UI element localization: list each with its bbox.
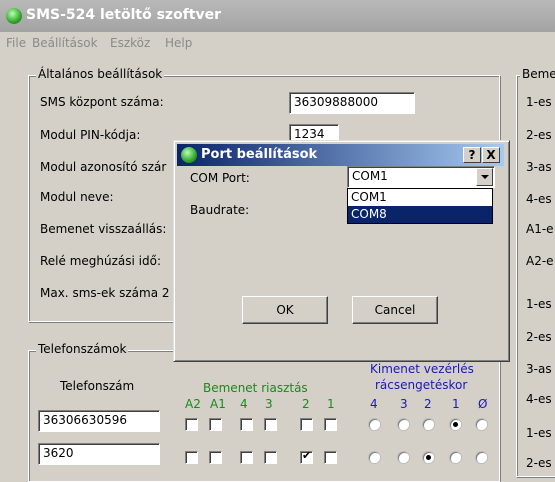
input-row-label: 4-es [526,192,552,206]
pin-code-label: Modul PIN-kódja: [40,128,141,142]
phone-numbers-label: Telefonszámok [36,342,129,356]
alarm-checkbox-a1[interactable] [209,451,222,464]
alarm-checkbox-4[interactable] [240,418,253,431]
close-button[interactable]: X [482,147,500,163]
inputs-group-label: Beme [520,67,555,81]
input-reset-label: Bemenet visszaállás: [40,222,167,236]
alarm-column-header: Bemenet riasztás [203,381,308,395]
menu-bar: File Beállítások Eszköz Help [0,32,555,54]
alarm-checkbox-a1[interactable] [209,418,222,431]
output-radio-none[interactable] [476,452,487,463]
output-radio-3[interactable] [398,419,409,430]
ok-button[interactable]: OK [242,296,328,324]
alarm-col-3: 3 [265,397,273,411]
alarm-checkbox-2[interactable] [300,418,313,431]
input-row-label: 1-es [526,426,552,440]
output-radio-2[interactable] [423,419,434,430]
module-name-label: Modul neve: [40,190,114,204]
output-col-none: Ø [478,397,488,411]
alarm-checkbox-1[interactable] [324,451,337,464]
output-col-2: 2 [424,397,432,411]
baudrate-label: Baudrate: [190,203,250,217]
output-col-3: 3 [400,397,408,411]
menu-help[interactable]: Help [165,36,192,50]
input-row-label: 1-es [526,95,552,109]
dialog-title: Port beállítások [201,147,318,162]
input-row-label: 2-es [526,128,552,142]
output-radio-4[interactable] [369,452,380,463]
phone-column-header: Telefonszám [60,379,135,393]
output-radio-2[interactable] [423,452,434,463]
chevron-down-icon[interactable] [476,168,493,186]
port-settings-dialog: Port beállítások ? X COM Port: COM1 COM1… [173,140,510,362]
com-port-option[interactable]: COM1 [348,189,492,206]
com-port-value: COM1 [352,169,388,183]
output-radio-none[interactable] [476,419,487,430]
input-row-label: 3-as [526,362,552,376]
alarm-col-a1: A1 [210,397,226,411]
input-row-label: A1-e [526,222,554,236]
com-port-label: COM Port: [190,171,250,185]
alarm-col-2: 2 [302,397,310,411]
output-radio-3[interactable] [398,452,409,463]
output-radio-1[interactable] [450,452,461,463]
help-button[interactable]: ? [463,147,481,163]
alarm-checkbox-3[interactable] [264,451,277,464]
alarm-checkbox-a2[interactable] [185,418,198,431]
relay-time-label: Relé meghúzási idő: [40,254,162,268]
input-row-label: A2-e [526,254,554,268]
window-titlebar: SMS-524 letöltő szoftver [0,0,555,32]
module-id-label: Modul azonosító szár [40,160,167,174]
input-row-label: 1-es [526,297,552,311]
input-row-label: 3-as [526,160,552,174]
output-radio-4[interactable] [369,419,380,430]
alarm-checkbox-4[interactable] [240,451,253,464]
sms-center-input[interactable]: 36309888000 [289,92,415,114]
input-row-label: 2-es [526,330,552,344]
alarm-col-4: 4 [240,397,248,411]
menu-settings[interactable]: Beállítások [32,36,98,50]
dialog-titlebar: Port beállítások ? X [177,144,504,166]
alarm-checkbox-1[interactable] [324,418,337,431]
com-port-dropdown-list: COM1 COM8 [347,188,493,224]
window-title: SMS-524 letöltő szoftver [26,7,222,23]
alarm-checkbox-2[interactable] [300,449,313,464]
sms-center-label: SMS központ száma: [40,95,164,109]
menu-tools[interactable]: Eszköz [110,36,150,50]
max-sms-label: Max. sms-ek száma 2 [40,286,170,300]
alarm-checkbox-a2[interactable] [185,451,198,464]
general-settings-label: Általános beállítások [36,67,165,81]
cancel-button[interactable]: Cancel [352,296,438,324]
com-port-select[interactable]: COM1 [347,166,495,188]
com-port-option[interactable]: COM8 [348,206,492,223]
output-col-4: 4 [370,397,378,411]
phone-number-input[interactable]: 3620 [38,443,160,465]
phone-number-input[interactable]: 36306630596 [38,410,160,432]
alarm-col-a2: A2 [185,397,201,411]
menu-file[interactable]: File [6,36,26,50]
alarm-col-1: 1 [327,397,335,411]
output-radio-1[interactable] [450,419,461,430]
output-column-header-1: Kimenet vezérlés [370,362,474,376]
app-logo-icon [6,8,22,24]
alarm-checkbox-3[interactable] [264,418,277,431]
dialog-logo-icon [181,147,197,163]
output-column-header-2: rácsengetéskor [375,378,468,392]
output-col-1: 1 [452,397,460,411]
input-row-label: 4-es [526,392,552,406]
